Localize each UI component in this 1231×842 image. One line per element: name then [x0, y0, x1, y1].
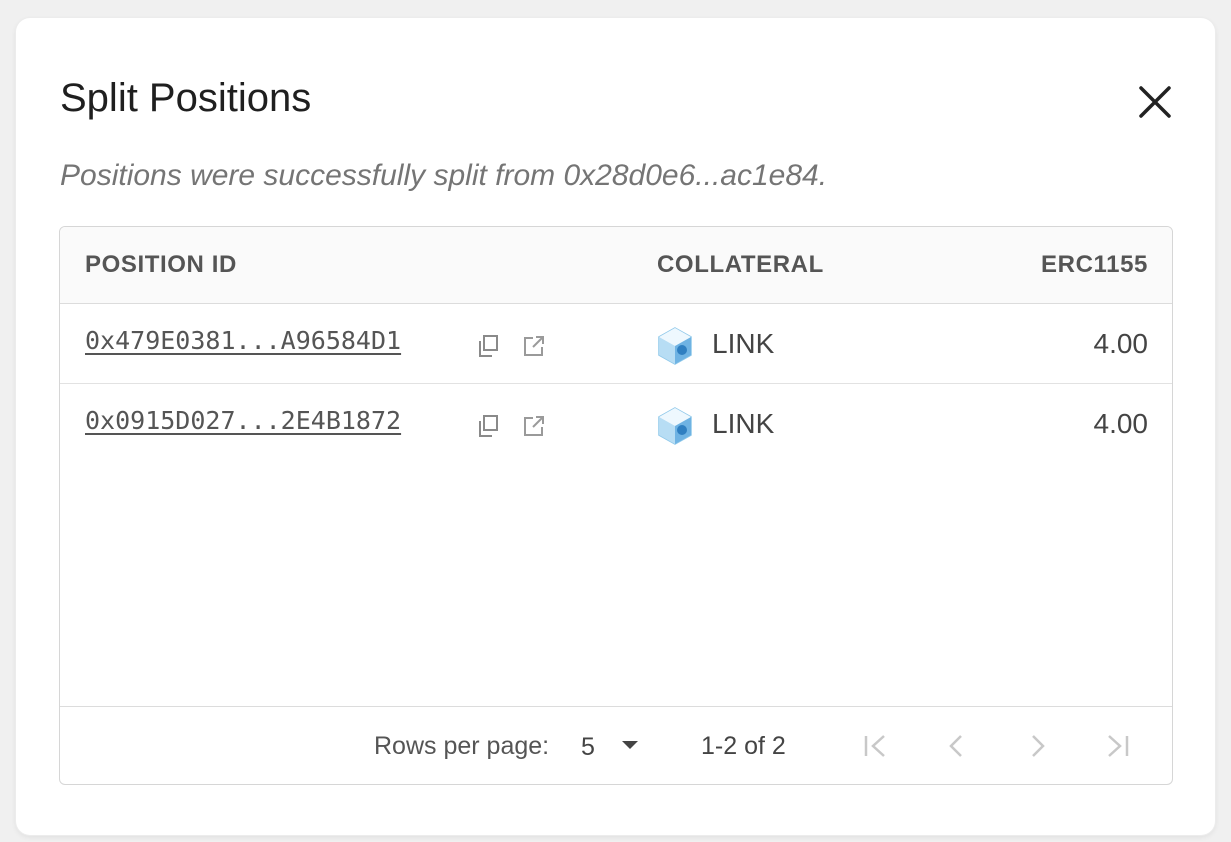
column-header-collateral: COLLATERAL — [657, 251, 824, 278]
next-page-icon — [1032, 735, 1045, 757]
external-link-icon — [524, 416, 544, 436]
table-pagination: Rows per page: 5 1-2 of 2 — [60, 706, 1172, 784]
rows-per-page-value: 5 — [581, 733, 595, 761]
collateral-label: LINK — [712, 328, 775, 359]
close-button[interactable] — [1135, 82, 1175, 122]
table-row: 0x0915D027...2E4B1872 LINK 4.00 — [60, 384, 1172, 464]
modal-title: Split Positions — [60, 76, 312, 120]
link-token-icon — [657, 326, 693, 366]
table-row: 0x479E0381...A96584D1 LINK 4.00 — [60, 304, 1172, 384]
split-positions-modal: Split Positions Positions were successfu… — [16, 18, 1215, 835]
rows-per-page-label: Rows per page: — [374, 732, 550, 760]
erc1155-amount: 4.00 — [1093, 328, 1149, 359]
chevron-down-icon — [622, 741, 638, 749]
erc1155-amount: 4.00 — [1093, 408, 1149, 439]
copy-button[interactable] — [476, 414, 500, 438]
last-page-button[interactable] — [1100, 729, 1134, 763]
first-page-icon — [864, 735, 885, 757]
link-token-icon — [657, 406, 693, 446]
position-id-link[interactable]: 0x479E0381...A96584D1 — [85, 328, 401, 353]
column-header-position-id: POSITION ID — [85, 251, 237, 278]
close-icon — [1139, 86, 1171, 118]
external-link-button[interactable] — [522, 334, 546, 358]
previous-page-icon — [949, 735, 962, 757]
table-header: POSITION ID COLLATERAL ERC1155 — [60, 227, 1172, 304]
copy-icon — [479, 415, 498, 437]
previous-page-button[interactable] — [940, 729, 974, 763]
positions-table: POSITION ID COLLATERAL ERC1155 0x479E038… — [59, 226, 1173, 785]
external-link-button[interactable] — [522, 414, 546, 438]
pagination-range: 1-2 of 2 — [701, 732, 786, 760]
column-header-erc1155: ERC1155 — [1041, 251, 1148, 278]
position-id-link[interactable]: 0x0915D027...2E4B1872 — [85, 408, 401, 433]
copy-icon — [479, 335, 498, 357]
first-page-button[interactable] — [859, 729, 893, 763]
external-link-icon — [524, 336, 544, 356]
collateral-label: LINK — [712, 408, 775, 439]
next-page-button[interactable] — [1020, 729, 1054, 763]
last-page-icon — [1108, 735, 1129, 757]
rows-per-page-select[interactable]: 5 — [575, 727, 645, 767]
copy-button[interactable] — [476, 334, 500, 358]
modal-subtitle: Positions were successfully split from 0… — [60, 159, 828, 192]
